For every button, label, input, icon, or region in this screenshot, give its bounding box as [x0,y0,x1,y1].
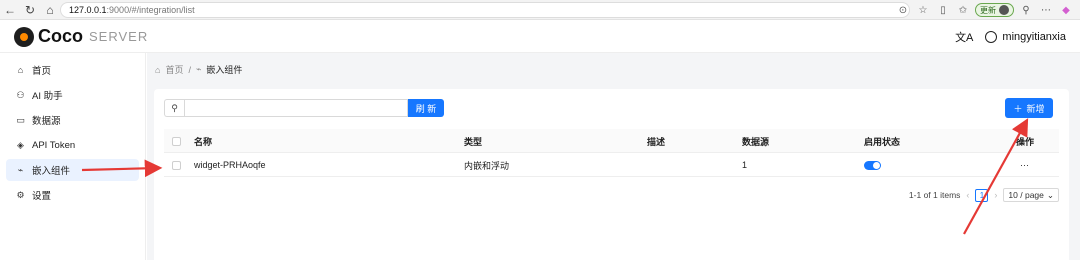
coco-logo-icon [14,26,34,47]
sidebar-item-ai-assistant[interactable]: ⚇ AI 助手 [6,84,139,106]
table-header: 名称 类型 描述 数据源 启用状态 操作 [164,129,1059,153]
next-page-icon[interactable]: › [994,190,997,200]
copilot-icon[interactable]: ◆ [1058,2,1074,18]
sidebar-item-label: 首页 [32,66,52,77]
browser-actions: ⊙ ☆ ▯ ✩ 更新 ⚲ ⋯ ◆ [895,0,1080,20]
profile-avatar-icon [999,5,1009,15]
logo-text: Coco [38,26,83,46]
search-bar: ⚲ 刷 新 [164,99,444,117]
main-content: ⌂ 首页 / ⌁ 嵌入组件 ⚲ 刷 新 ＋ 新增 名称 类型 描述 数据源 启用… [147,53,1080,264]
browser-toolbar: ← ↻ ⌂ 127.0.0.1:9000/#/integration/list … [0,0,1080,20]
row-checkbox[interactable] [172,160,181,170]
embed-icon: ⌁ [17,164,24,175]
more-icon[interactable]: ⋯ [1038,2,1054,18]
translate-icon[interactable]: 文A [955,29,973,45]
refresh-button[interactable]: 刷 新 [408,99,444,117]
pagination-summary: 1-1 of 1 items [908,190,961,200]
user-icon [985,31,998,43]
select-all-cell [172,129,181,153]
row-select-cell [172,153,181,177]
breadcrumb-home-icon: ⌂ [155,64,161,75]
col-desc: 描述 [647,136,666,147]
gear-icon: ⚙ [16,189,25,200]
prev-page-icon[interactable]: ‹ [966,190,969,200]
breadcrumb-separator: / [188,64,191,75]
logo[interactable]: Coco SERVER [14,26,148,47]
header-actions: 文A mingyitianxia [955,29,1066,45]
enabled-toggle[interactable] [864,160,881,170]
list-card: ⚲ 刷 新 ＋ 新增 名称 类型 描述 数据源 启用状态 操作 widget-P… [154,89,1069,264]
breadcrumb-home[interactable]: 首页 [165,63,183,76]
col-datasource: 数据源 [742,136,770,147]
app-header: Coco SERVER 文A mingyitianxia [0,21,1080,53]
col-type: 类型 [464,136,483,147]
sidebar-item-api-token[interactable]: ◈ API Token [6,134,139,156]
logo-subtitle: SERVER [89,29,149,44]
reader-icon[interactable]: ⊙ [895,2,911,18]
breadcrumb-embed-icon: ⌁ [195,64,202,74]
sidebar-item-label: 设置 [32,191,52,202]
chevron-down-icon: ⌄ [1046,189,1054,200]
robot-icon: ⚇ [16,89,25,100]
update-label: 更新 [980,5,996,15]
back-icon[interactable]: ← [0,0,20,20]
breadcrumb: ⌂ 首页 / ⌁ 嵌入组件 [155,63,242,76]
favorites-icon[interactable]: ✩ [955,2,971,18]
col-enabled: 启用状态 [864,136,901,147]
col-name: 名称 [194,136,213,147]
add-button[interactable]: ＋ 新增 [1005,98,1053,118]
extensions-icon[interactable]: ⚲ [1018,2,1034,18]
home-browser-icon[interactable]: ⌂ [40,0,60,20]
row-action-more[interactable]: ··· [1020,153,1029,177]
sidebar-item-label: API Token [32,139,76,151]
url-path: :9000/#/integration/list [106,5,195,15]
sidebar: ⌂ 首页 ⚇ AI 助手 ▭ 数据源 ◈ API Token ⌁ 嵌入组件 ⚙ … [0,53,146,260]
shield-icon: ◈ [17,139,24,150]
breadcrumb-current: 嵌入组件 [206,65,243,75]
page-size-select[interactable]: 10 / page ⌄ [1003,188,1059,202]
folder-icon: ▭ [16,114,25,125]
row-name[interactable]: widget-PRHAoqfe [194,153,266,177]
row-datasource: 1 [742,160,748,170]
page-size-value: 10 / page [1008,190,1044,200]
sidebar-item-label: AI 助手 [32,91,63,102]
reload-icon[interactable]: ↻ [20,0,40,20]
address-bar[interactable]: 127.0.0.1:9000/#/integration/list [60,2,910,18]
filter-icon[interactable]: ⚲ [164,99,184,117]
select-all-checkbox[interactable] [172,136,181,146]
star-icon[interactable]: ☆ [915,2,931,18]
sidebar-item-label: 数据源 [32,116,61,127]
pagination: 1-1 of 1 items ‹ 1 › 10 / page ⌄ [909,188,1059,202]
update-button[interactable]: 更新 [975,3,1014,17]
home-icon: ⌂ [17,65,24,75]
page-number[interactable]: 1 [975,188,989,202]
plus-icon: ＋ [1013,103,1023,114]
sidebar-item-datasource[interactable]: ▭ 数据源 [6,109,139,131]
split-icon[interactable]: ▯ [935,2,951,18]
add-label: 新增 [1026,103,1045,114]
user-menu[interactable]: mingyitianxia [985,31,1066,43]
search-input[interactable] [184,99,408,117]
sidebar-item-label: 嵌入组件 [32,166,71,177]
username: mingyitianxia [1002,31,1066,43]
url-host: 127.0.0.1 [69,5,107,15]
sidebar-item-settings[interactable]: ⚙ 设置 [6,184,139,206]
table-row: widget-PRHAoqfe 内嵌和浮动 1 ··· [164,153,1059,177]
row-type: 内嵌和浮动 [464,160,510,171]
col-action: 操作 [1016,136,1035,147]
sidebar-item-home[interactable]: ⌂ 首页 [6,59,139,81]
row-enabled-cell [864,153,881,177]
sidebar-item-embed[interactable]: ⌁ 嵌入组件 [6,159,139,181]
